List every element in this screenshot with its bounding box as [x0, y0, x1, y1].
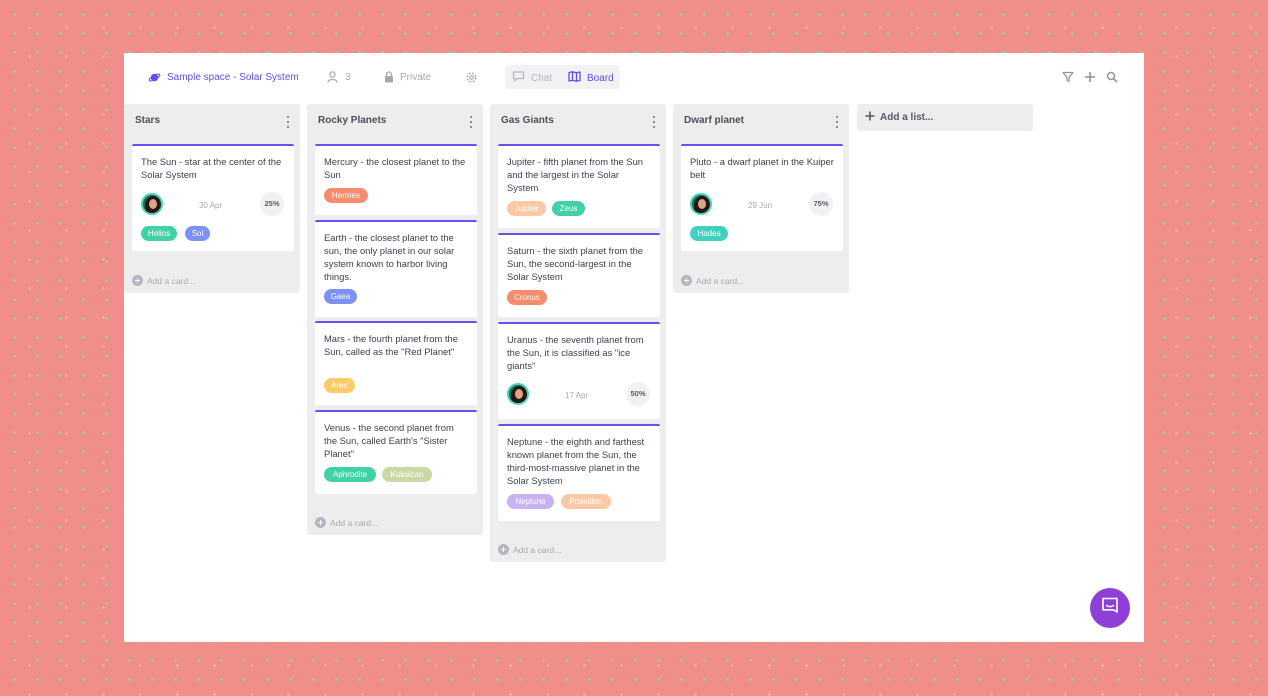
toolbar-right [1062, 70, 1118, 88]
chat-widget-icon [1100, 596, 1120, 621]
tag-chip[interactable]: Jupiter [507, 201, 546, 216]
filter-icon[interactable] [1062, 70, 1074, 88]
tag-chip[interactable]: Hermes [324, 188, 368, 203]
tag-chip[interactable]: Sol [185, 226, 210, 241]
add-card-label: Add a card... [513, 544, 562, 555]
card-text: Pluto - a dwarf planet in the Kuiper bel… [690, 156, 834, 180]
list-title: Dwarf planet [684, 115, 745, 126]
board-map-icon [568, 71, 581, 85]
add-card-label: Add a card... [147, 275, 196, 286]
privacy-button[interactable]: Private [384, 69, 431, 85]
card-text: Earth - the closest planet to the sun, t… [324, 232, 455, 282]
chat-widget-button[interactable] [1090, 588, 1130, 628]
card-text: Mercury - the closest planet to the Sun [324, 156, 466, 180]
plus-circle-icon [498, 544, 509, 555]
add-card-button[interactable]: Add a card... [681, 275, 744, 286]
add-list-label: Add a list... [880, 112, 934, 123]
search-icon[interactable] [1106, 70, 1118, 88]
avatar [507, 383, 529, 405]
card-text: Uranus - the seventh planet from the Sun… [507, 334, 644, 371]
card[interactable]: Earth - the closest planet to the sun, t… [315, 220, 477, 317]
card[interactable]: Mercury - the closest planet to the Sun … [315, 144, 477, 215]
tab-board[interactable]: Board [568, 71, 614, 85]
add-list-button[interactable]: Add a list... [857, 104, 1033, 131]
tag-chip[interactable]: Ares [324, 378, 355, 393]
top-bar: Sample space - Solar System 3 Private Ch… [124, 53, 1144, 101]
card-text: Neptune - the eighth and farthest known … [507, 436, 645, 486]
tag-chip[interactable]: Kukulcan [382, 467, 432, 482]
list-title: Gas Giants [501, 115, 554, 126]
dots-vertical-icon[interactable] [652, 116, 656, 128]
progress-badge: 50% [626, 382, 650, 406]
gear-icon [465, 71, 478, 84]
card[interactable]: Venus - the second planet from the Sun, … [315, 410, 477, 494]
list-gas-giants: Gas Giants Jupiter - fifth planet from t… [490, 104, 666, 562]
members-count: 3 [345, 71, 351, 83]
members-button[interactable]: 3 [327, 69, 351, 85]
tab-chat[interactable]: Chat [512, 71, 552, 85]
planet-icon [148, 71, 161, 84]
add-card-button[interactable]: Add a card... [498, 544, 561, 555]
add-card-label: Add a card... [696, 275, 745, 286]
list-title: Rocky Planets [318, 115, 387, 126]
list-dwarf-planet: Dwarf planet Pluto - a dwarf planet in t… [673, 104, 849, 293]
card-text: The Sun - star at the center of the Sola… [141, 156, 282, 180]
tag-chip[interactable]: Zeus [552, 201, 585, 216]
tag-chip[interactable]: Poseidon [561, 494, 611, 509]
tag-chip[interactable]: Aphrodite [324, 467, 376, 482]
card[interactable]: Neptune - the eighth and farthest known … [498, 424, 660, 521]
card[interactable]: Uranus - the seventh planet from the Sun… [498, 322, 660, 419]
tag-chip[interactable]: Neptune [507, 494, 554, 509]
avatar [141, 193, 163, 215]
list-stars: Stars The Sun - star at the center of th… [124, 104, 300, 293]
tag-chip[interactable]: Gaea [324, 289, 357, 304]
add-card-button[interactable]: Add a card... [132, 275, 195, 286]
tag-chip[interactable]: Helios [141, 226, 177, 241]
card[interactable]: Mars - the fourth planet from the Sun, c… [315, 321, 477, 405]
tab-chat-label: Chat [531, 72, 553, 84]
tag-chip[interactable]: Hades [690, 226, 728, 241]
card-text: Mars - the fourth planet from the Sun, c… [324, 333, 458, 357]
list-title: Stars [135, 115, 161, 126]
add-card-button[interactable]: Add a card... [315, 517, 378, 528]
view-switcher: Chat Board [505, 65, 620, 89]
settings-button[interactable] [465, 69, 478, 85]
list-rocky-planets: Rocky Planets Mercury - the closest plan… [307, 104, 483, 535]
due-date: 17 Apr [565, 391, 589, 400]
due-date: 29 Jun [748, 201, 773, 210]
space-title: Sample space - Solar System [167, 71, 299, 83]
plus-circle-icon [315, 517, 326, 528]
app-window: Sample space - Solar System 3 Private Ch… [124, 53, 1144, 642]
progress-badge: 25% [260, 192, 284, 216]
card[interactable]: Saturn - the sixth planet from the Sun, … [498, 233, 660, 317]
user-icon [327, 71, 338, 83]
privacy-label: Private [400, 71, 432, 83]
lock-icon [384, 71, 394, 83]
card-text: Venus - the second planet from the Sun, … [324, 422, 454, 459]
tag-chip[interactable]: Cronus [507, 290, 547, 305]
progress-badge: 75% [809, 192, 833, 216]
card[interactable]: Pluto - a dwarf planet in the Kuiper bel… [681, 144, 843, 251]
card-text: Saturn - the sixth planet from the Sun, … [507, 245, 644, 282]
dots-vertical-icon[interactable] [469, 116, 473, 128]
card-text: Jupiter - fifth planet from the Sun and … [507, 156, 644, 193]
space-title-link[interactable]: Sample space - Solar System [148, 69, 299, 85]
due-date: 30 Apr [199, 201, 223, 210]
card[interactable]: The Sun - star at the center of the Sola… [132, 144, 294, 251]
dots-vertical-icon[interactable] [835, 116, 839, 128]
card[interactable]: Jupiter - fifth planet from the Sun and … [498, 144, 660, 228]
plus-circle-icon [132, 275, 143, 286]
plus-icon [865, 111, 875, 124]
plus-circle-icon [681, 275, 692, 286]
tab-board-label: Board [587, 72, 614, 84]
add-card-label: Add a card... [330, 517, 379, 528]
avatar [690, 193, 712, 215]
dots-vertical-icon[interactable] [286, 116, 290, 128]
chat-bubble-icon [512, 71, 525, 85]
plus-icon[interactable] [1084, 70, 1096, 88]
